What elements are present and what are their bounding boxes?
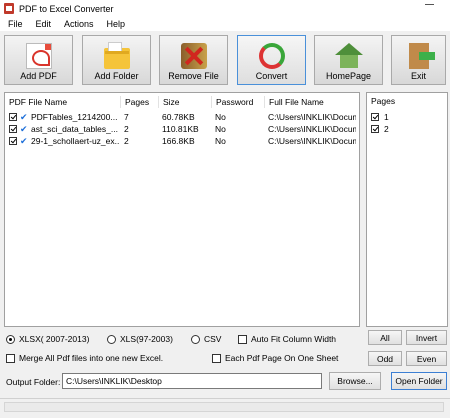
file-full-name: C:\Users\INKLIK\Docum bbox=[268, 124, 356, 134]
convert-icon bbox=[258, 43, 285, 69]
exit-button[interactable]: Exit bbox=[391, 35, 446, 85]
merge-all-label: Merge All Pdf files into one new Excel. bbox=[19, 353, 164, 363]
table-row[interactable]: ✔ 29-1_schollaert-uz_ex... 2 166.8KB No … bbox=[5, 135, 359, 147]
format-csv-label: CSV bbox=[204, 334, 222, 344]
page-checkbox[interactable] bbox=[371, 113, 379, 121]
table-row[interactable]: ✔ ast_sci_data_tables_... 2 110.81KB No … bbox=[5, 123, 359, 135]
col-header-pages[interactable]: Pages bbox=[120, 96, 149, 108]
file-pages: 2 bbox=[124, 124, 129, 134]
convert-button[interactable]: Convert bbox=[237, 35, 306, 85]
format-xls-label: XLS(97-2003) bbox=[120, 334, 173, 344]
folder-icon bbox=[103, 42, 130, 69]
window-title: PDF to Excel Converter bbox=[19, 3, 114, 14]
menu-file[interactable]: File bbox=[8, 19, 23, 29]
odd-pages-button[interactable]: Odd bbox=[368, 351, 402, 366]
file-pages: 2 bbox=[124, 136, 129, 146]
file-full-name: C:\Users\INKLIK\Docum bbox=[268, 112, 356, 122]
merge-all-checkbox[interactable] bbox=[6, 353, 15, 363]
home-icon bbox=[334, 43, 363, 69]
row-checkbox[interactable] bbox=[9, 125, 17, 133]
menu-help[interactable]: Help bbox=[107, 19, 126, 29]
file-name: PDFTables_1214200... bbox=[31, 112, 118, 122]
minimize-button[interactable] bbox=[425, 4, 434, 5]
page-number: 2 bbox=[384, 124, 389, 134]
remove-file-button[interactable]: Remove File bbox=[159, 35, 228, 85]
table-row[interactable]: ✔ PDFTables_1214200... 7 60.78KB No C:\U… bbox=[5, 111, 359, 123]
format-xlsx-option[interactable]: XLSX( 2007-2013) bbox=[6, 334, 89, 344]
each-page-option[interactable]: Each Pdf Page On One Sheet bbox=[212, 353, 338, 363]
format-xlsx-label: XLSX( 2007-2013) bbox=[19, 334, 90, 344]
each-page-label: Each Pdf Page On One Sheet bbox=[225, 353, 339, 363]
pages-header: Pages bbox=[371, 96, 396, 106]
file-size: 60.78KB bbox=[162, 112, 195, 122]
menu-bar: File Edit Actions Help bbox=[0, 17, 450, 31]
auto-fit-option[interactable]: Auto Fit Column Width bbox=[238, 334, 336, 344]
add-pdf-button[interactable]: Add PDF bbox=[4, 35, 73, 85]
file-password: No bbox=[215, 124, 226, 134]
output-folder-input[interactable] bbox=[62, 373, 322, 389]
format-csv-option[interactable]: CSV bbox=[191, 334, 221, 344]
remove-file-label: Remove File bbox=[168, 71, 219, 81]
col-header-password[interactable]: Password bbox=[211, 96, 253, 108]
format-xls-radio[interactable] bbox=[107, 334, 116, 344]
pages-list[interactable]: Pages 1 2 bbox=[366, 92, 448, 327]
file-size: 166.8KB bbox=[162, 136, 195, 146]
open-folder-button[interactable]: Open Folder bbox=[391, 372, 447, 390]
page-number: 1 bbox=[384, 112, 389, 122]
browse-button[interactable]: Browse... bbox=[329, 372, 381, 390]
convert-label: Convert bbox=[255, 71, 288, 81]
toolbar: Add PDF Add Folder Remove File Convert H… bbox=[0, 33, 450, 87]
row-checkbox[interactable] bbox=[9, 113, 17, 121]
exit-icon bbox=[408, 43, 435, 69]
add-folder-label: Add Folder bbox=[94, 71, 139, 81]
menu-edit[interactable]: Edit bbox=[36, 19, 52, 29]
invert-pages-button[interactable]: Invert bbox=[406, 330, 447, 345]
page-item[interactable]: 1 bbox=[371, 111, 441, 123]
homepage-label: HomePage bbox=[325, 71, 372, 81]
file-name: 29-1_schollaert-uz_ex... bbox=[31, 136, 119, 146]
file-size: 110.81KB bbox=[162, 124, 199, 134]
col-header-size[interactable]: Size bbox=[158, 96, 180, 108]
page-checkbox[interactable] bbox=[371, 125, 379, 133]
page-item[interactable]: 2 bbox=[371, 123, 441, 135]
file-password: No bbox=[215, 112, 226, 122]
row-checkbox[interactable] bbox=[9, 137, 17, 145]
pdf-file-icon bbox=[25, 43, 52, 69]
exit-label: Exit bbox=[410, 71, 426, 81]
select-all-pages-button[interactable]: All bbox=[368, 330, 402, 345]
remove-icon bbox=[180, 43, 207, 69]
file-full-name: C:\Users\INKLIK\Docum bbox=[268, 136, 356, 146]
add-folder-button[interactable]: Add Folder bbox=[82, 35, 151, 85]
col-header-name[interactable]: PDF File Name bbox=[5, 96, 67, 108]
file-list[interactable]: PDF File Name Pages Size Password Full F… bbox=[4, 92, 360, 327]
output-folder-label: Output Folder: bbox=[6, 377, 61, 387]
file-name: ast_sci_data_tables_... bbox=[31, 124, 118, 134]
add-pdf-label: Add PDF bbox=[20, 71, 57, 81]
even-pages-button[interactable]: Even bbox=[406, 351, 447, 366]
homepage-button[interactable]: HomePage bbox=[314, 35, 383, 85]
format-csv-radio[interactable] bbox=[191, 334, 200, 344]
title-bar: PDF to Excel Converter bbox=[0, 0, 450, 17]
col-header-full-name[interactable]: Full File Name bbox=[264, 96, 324, 108]
format-xlsx-radio[interactable] bbox=[6, 334, 15, 344]
app-icon bbox=[4, 3, 14, 14]
each-page-checkbox[interactable] bbox=[212, 353, 221, 363]
merge-all-option[interactable]: Merge All Pdf files into one new Excel. bbox=[6, 353, 163, 363]
file-password: No bbox=[215, 136, 226, 146]
auto-fit-checkbox[interactable] bbox=[238, 334, 247, 344]
format-xls-option[interactable]: XLS(97-2003) bbox=[107, 334, 173, 344]
auto-fit-label: Auto Fit Column Width bbox=[251, 334, 337, 344]
status-panel bbox=[4, 402, 444, 412]
menu-actions[interactable]: Actions bbox=[64, 19, 94, 29]
file-pages: 7 bbox=[124, 112, 129, 122]
status-bar bbox=[0, 398, 450, 418]
